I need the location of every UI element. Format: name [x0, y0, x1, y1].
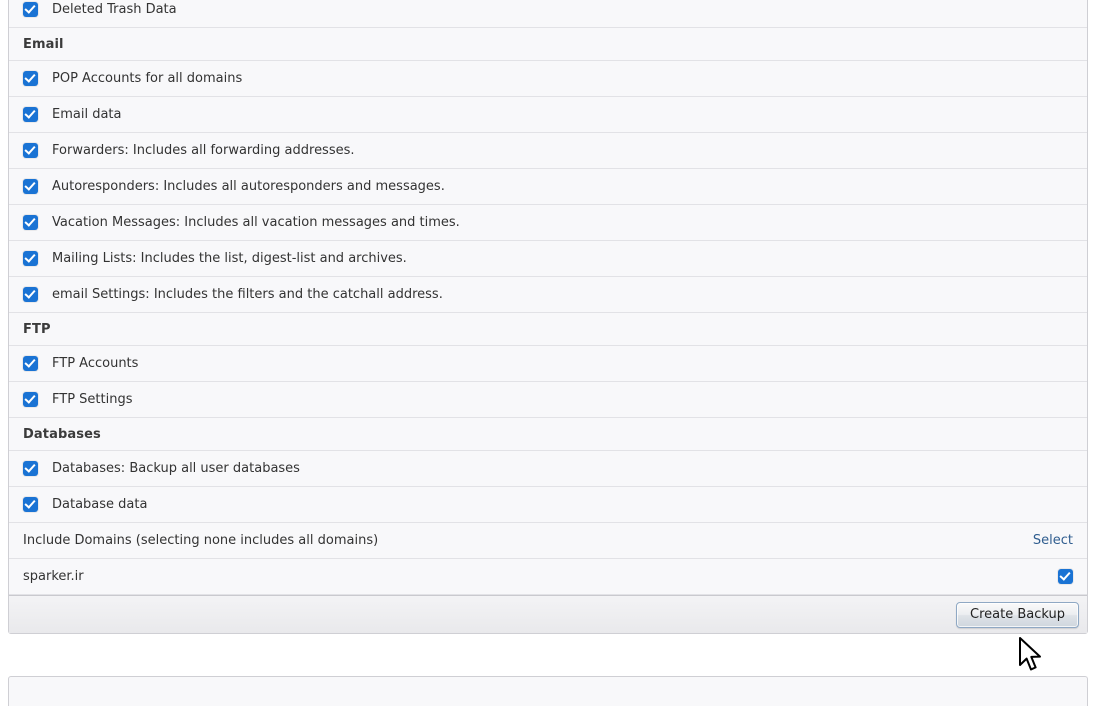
- checkbox-databases-backup-all[interactable]: [23, 461, 38, 476]
- include-domains-row: Include Domains (selecting none includes…: [9, 523, 1087, 559]
- checkbox-mailing-lists[interactable]: [23, 251, 38, 266]
- option-row-mailing-lists[interactable]: Mailing Lists: Includes the list, digest…: [9, 241, 1087, 277]
- option-row-autoresponders[interactable]: Autoresponders: Includes all autorespond…: [9, 169, 1087, 205]
- option-label: POP Accounts for all domains: [52, 71, 243, 86]
- checkbox-domain-sparker-ir[interactable]: [1058, 569, 1073, 584]
- section-header-label: FTP: [23, 321, 51, 337]
- section-header-ftp: FTP: [9, 313, 1087, 346]
- panel-footer: Create Backup: [9, 595, 1087, 633]
- include-domains-label: Include Domains (selecting none includes…: [23, 533, 379, 548]
- section-header-label: Email: [23, 36, 64, 52]
- option-label: email Settings: Includes the filters and…: [52, 287, 443, 302]
- option-row-database-data[interactable]: Database data: [9, 487, 1087, 523]
- next-panel-top-edge: [8, 676, 1088, 706]
- option-label: Databases: Backup all user databases: [52, 461, 300, 476]
- option-row-deleted-trash-data[interactable]: Deleted Trash Data: [9, 0, 1087, 28]
- option-label: Forwarders: Includes all forwarding addr…: [52, 143, 355, 158]
- option-row-email-settings[interactable]: email Settings: Includes the filters and…: [9, 277, 1087, 313]
- domain-row-sparker-ir[interactable]: sparker.ir: [9, 559, 1087, 595]
- checkbox-deleted-trash-data[interactable]: [23, 2, 38, 17]
- backup-options-panel: Deleted Trash Data Email POP Accounts fo…: [8, 0, 1088, 634]
- option-label: FTP Settings: [52, 392, 133, 407]
- checkbox-ftp-accounts[interactable]: [23, 356, 38, 371]
- select-all-domains-link[interactable]: Select: [1033, 533, 1073, 548]
- option-row-ftp-accounts[interactable]: FTP Accounts: [9, 346, 1087, 382]
- option-label: Autoresponders: Includes all autorespond…: [52, 179, 445, 194]
- section-header-databases: Databases: [9, 418, 1087, 451]
- checkbox-pop-accounts[interactable]: [23, 71, 38, 86]
- checkbox-database-data[interactable]: [23, 497, 38, 512]
- domain-label: sparker.ir: [23, 569, 84, 584]
- option-row-pop-accounts[interactable]: POP Accounts for all domains: [9, 61, 1087, 97]
- option-label: Database data: [52, 497, 148, 512]
- option-row-vacation-messages[interactable]: Vacation Messages: Includes all vacation…: [9, 205, 1087, 241]
- option-row-databases-backup-all[interactable]: Databases: Backup all user databases: [9, 451, 1087, 487]
- checkbox-autoresponders[interactable]: [23, 179, 38, 194]
- option-label: Email data: [52, 107, 122, 122]
- section-header-email: Email: [9, 28, 1087, 61]
- checkbox-email-data[interactable]: [23, 107, 38, 122]
- option-label: Vacation Messages: Includes all vacation…: [52, 215, 460, 230]
- checkbox-vacation-messages[interactable]: [23, 215, 38, 230]
- create-backup-button[interactable]: Create Backup: [956, 601, 1079, 628]
- checkbox-ftp-settings[interactable]: [23, 392, 38, 407]
- option-label: Deleted Trash Data: [52, 2, 177, 17]
- mouse-cursor: [1018, 637, 1044, 675]
- option-row-forwarders[interactable]: Forwarders: Includes all forwarding addr…: [9, 133, 1087, 169]
- option-row-ftp-settings[interactable]: FTP Settings: [9, 382, 1087, 418]
- option-row-email-data[interactable]: Email data: [9, 97, 1087, 133]
- section-header-label: Databases: [23, 426, 101, 442]
- option-label: FTP Accounts: [52, 356, 139, 371]
- option-label: Mailing Lists: Includes the list, digest…: [52, 251, 407, 266]
- checkbox-email-settings[interactable]: [23, 287, 38, 302]
- checkbox-forwarders[interactable]: [23, 143, 38, 158]
